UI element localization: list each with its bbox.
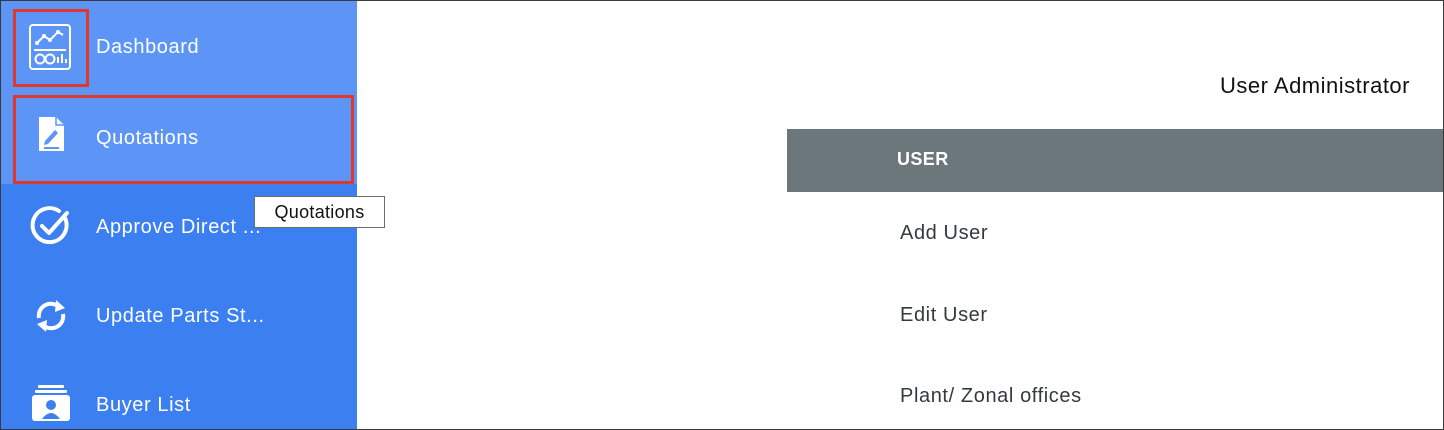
table-header-label: USER bbox=[897, 149, 949, 169]
tooltip: Quotations bbox=[254, 196, 385, 228]
sidebar-item-buyer-list[interactable]: Buyer List bbox=[1, 362, 357, 429]
sidebar-item-label: Update Parts St... bbox=[96, 305, 265, 327]
sidebar-item-quotations[interactable]: Quotations bbox=[1, 94, 357, 184]
table-header: USER bbox=[787, 129, 1443, 192]
menu-item-plant-zonal-offices[interactable]: Plant/ Zonal offices bbox=[900, 385, 1082, 408]
contact-card-icon bbox=[29, 382, 73, 426]
sidebar-item-label: Approve Direct ... bbox=[96, 216, 262, 238]
menu-item-add-user[interactable]: Add User bbox=[900, 222, 988, 245]
sidebar-item-label: Buyer List bbox=[96, 394, 191, 416]
sidebar-item-update-parts[interactable]: Update Parts St... bbox=[1, 273, 357, 362]
sidebar-item-dashboard[interactable]: Dashboard bbox=[1, 1, 357, 94]
check-circle-icon bbox=[29, 204, 73, 248]
sidebar-item-label: Quotations bbox=[96, 127, 199, 149]
user-menu: Add User Edit User Plant/ Zonal offices bbox=[787, 192, 1443, 429]
refresh-icon bbox=[29, 294, 73, 338]
sidebar-item-label: Dashboard bbox=[96, 36, 200, 58]
page-title: User Administrator bbox=[1220, 73, 1410, 98]
menu-item-edit-user[interactable]: Edit User bbox=[900, 304, 988, 327]
dashboard-icon bbox=[26, 23, 74, 71]
app-window: Dashboard Quotations Approve Direct ... … bbox=[0, 0, 1444, 430]
document-edit-icon bbox=[29, 112, 73, 156]
